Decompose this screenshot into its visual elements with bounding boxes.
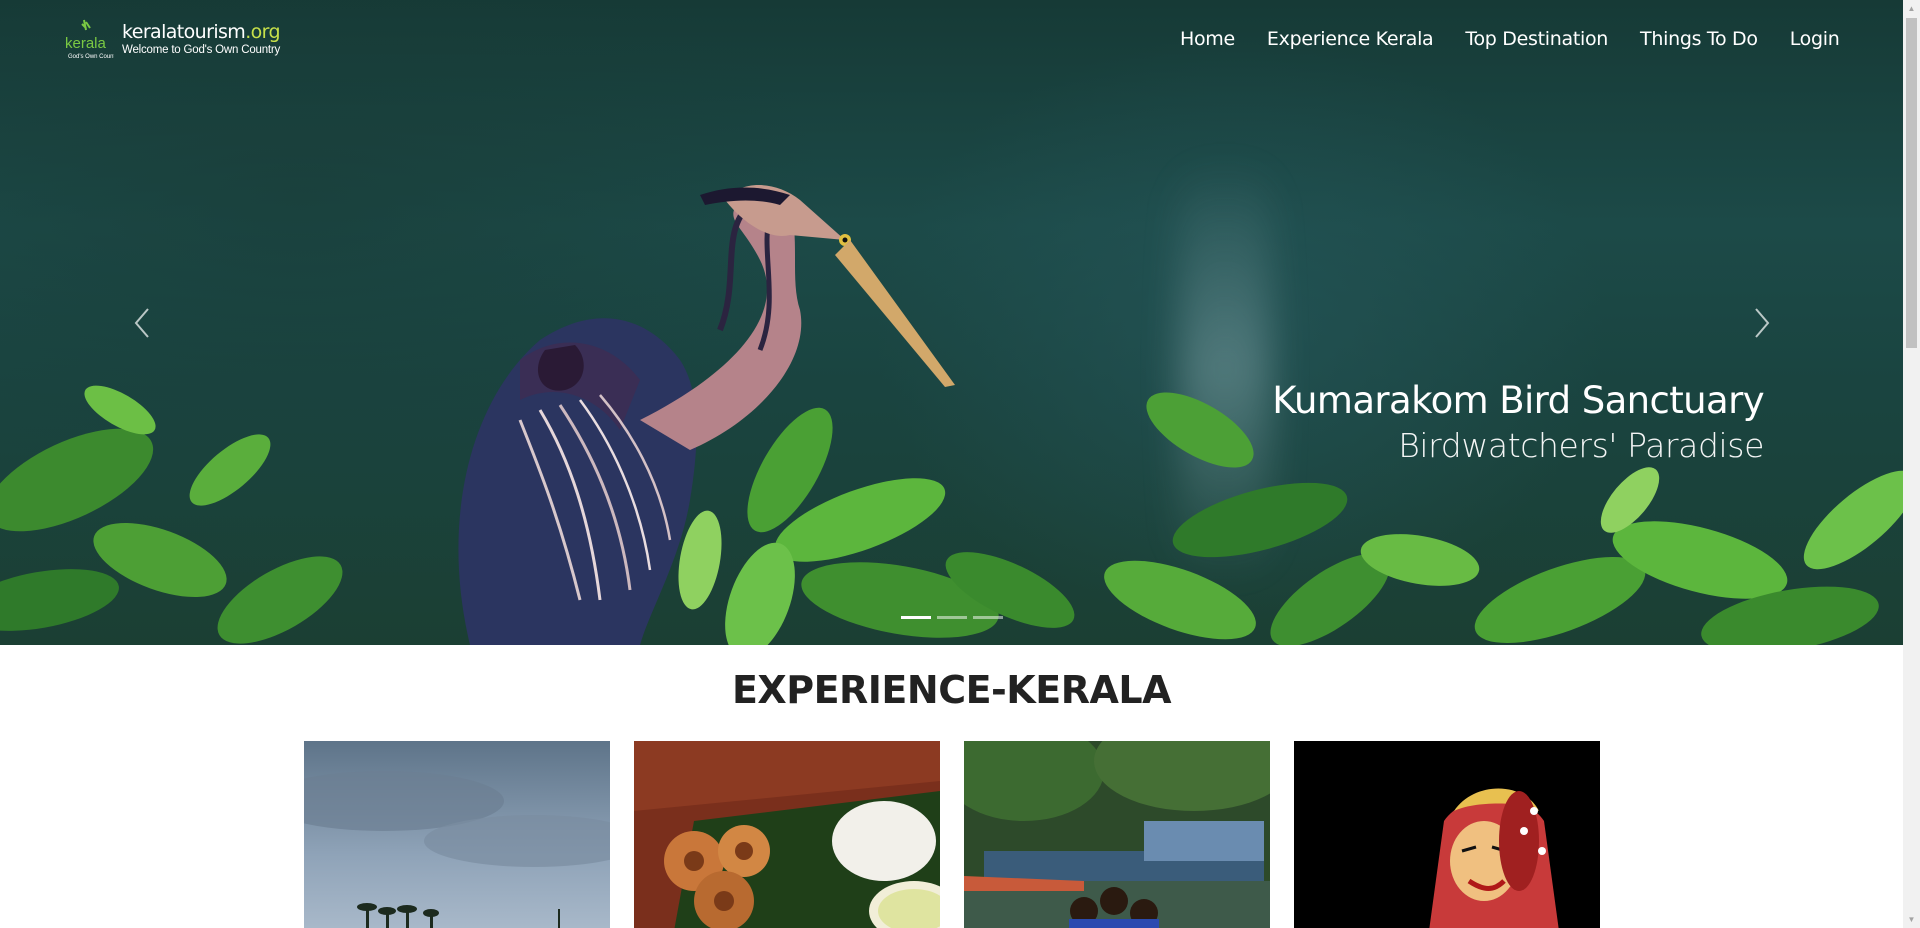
slide-caption: Kumarakom Bird Sanctuary Birdwatchers' P…	[1272, 378, 1764, 468]
card-cuisine[interactable]	[634, 741, 940, 928]
carousel-prev-button[interactable]	[128, 305, 158, 341]
kerala-logo-icon: kerala God's Own Country	[62, 16, 120, 62]
slide-title: Kumarakom Bird Sanctuary	[1272, 379, 1764, 422]
page-scrollbar[interactable]: ▲ ▼	[1903, 0, 1920, 928]
carousel-next-button[interactable]	[1746, 305, 1776, 341]
carousel-indicator-2[interactable]	[937, 616, 967, 619]
chevron-right-icon	[1755, 308, 1770, 338]
nav-things-to-do[interactable]: Things To Do	[1640, 28, 1758, 50]
kathakali-image	[1294, 741, 1600, 928]
scrollbar-thumb[interactable]	[1906, 18, 1917, 348]
cuisine-image	[634, 741, 940, 928]
carousel-indicator-3[interactable]	[973, 616, 1003, 619]
main-nav: Home Experience Kerala Top Destination T…	[1180, 28, 1840, 50]
carousel-indicators	[901, 616, 1003, 619]
boat-race-image	[964, 741, 1270, 928]
svg-text:God's Own Country: God's Own Country	[68, 54, 114, 60]
card-kathakali[interactable]	[1294, 741, 1600, 928]
site-name: keralatourism.org Welcome to God's Own C…	[122, 21, 281, 57]
hero-slide-image	[0, 185, 1903, 645]
site-domain: keralatourism.org	[122, 21, 281, 43]
nav-login[interactable]: Login	[1790, 28, 1840, 50]
site-logo[interactable]: kerala God's Own Country keralatourism.o…	[62, 16, 281, 62]
svg-text:kerala: kerala	[65, 35, 107, 52]
nav-experience-kerala[interactable]: Experience Kerala	[1267, 28, 1434, 50]
card-boat-race[interactable]	[964, 741, 1270, 928]
carousel-indicator-1[interactable]	[901, 616, 931, 619]
section-title: EXPERIENCE-KERALA	[731, 668, 1172, 712]
scroll-down-icon[interactable]: ▼	[1903, 911, 1920, 928]
card-backwaters[interactable]	[304, 741, 610, 928]
chevron-left-icon	[134, 308, 149, 338]
experience-cards	[304, 741, 1600, 928]
nav-top-destination[interactable]: Top Destination	[1465, 28, 1608, 50]
site-tagline: Welcome to God's Own Country	[122, 44, 281, 56]
backwaters-image	[304, 741, 610, 928]
slide-subtitle: Birdwatchers' Paradise	[1398, 426, 1764, 465]
scroll-up-icon[interactable]: ▲	[1903, 0, 1920, 17]
hero-carousel: kerala God's Own Country keralatourism.o…	[0, 0, 1903, 645]
nav-home[interactable]: Home	[1180, 28, 1235, 50]
top-navbar: kerala God's Own Country keralatourism.o…	[0, 0, 1903, 82]
